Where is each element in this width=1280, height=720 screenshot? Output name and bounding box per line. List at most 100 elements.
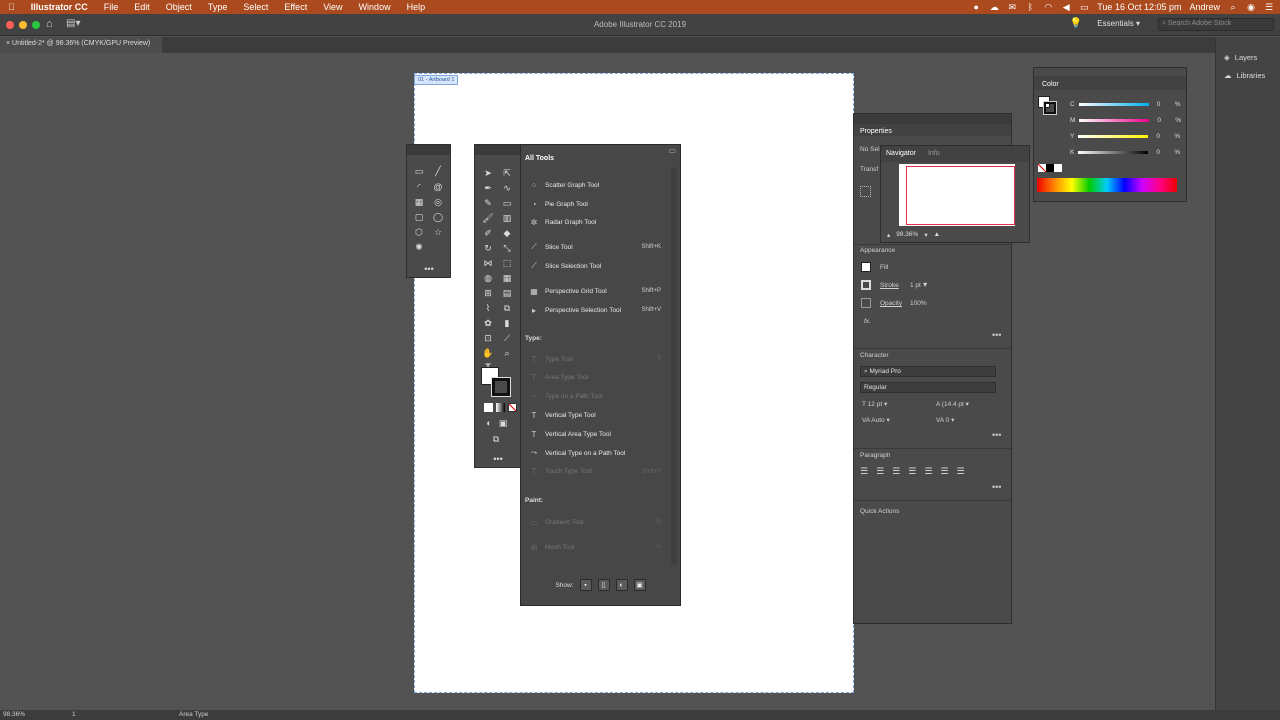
align-right-icon[interactable]: ☰ [892, 466, 900, 477]
width-tool-icon[interactable]: ⋈ [482, 257, 494, 269]
paintbrush-tool-icon[interactable]: 🖌 [482, 212, 494, 224]
blend-tool-icon[interactable]: ⧉ [501, 302, 513, 314]
all-tools-row[interactable]: ▸ Perspective Selection Tool Shift+V [529, 302, 661, 318]
graph-tool-icon[interactable]: ▥ [501, 212, 513, 224]
current-tool-status[interactable]: Area Type [179, 711, 209, 718]
navigator-zoom-value[interactable]: 98.36% [896, 231, 918, 239]
all-tools-row[interactable]: ⟋ Slice Selection Tool [529, 258, 661, 274]
all-tools-row[interactable]: ▦ Perspective Grid Tool Shift+P [529, 283, 661, 299]
all-tools-row[interactable]: ▭ Gradient Tool G [529, 514, 661, 530]
tab-info[interactable]: Info [928, 150, 940, 158]
polar-grid-tool-icon[interactable]: ◎ [432, 196, 444, 208]
all-tools-row[interactable]: ✲ Radar Graph Tool [529, 214, 661, 230]
zoom-tool-icon[interactable]: ⌕ [501, 347, 513, 359]
leading-field[interactable]: A (14.4 pt ▾ [936, 400, 969, 408]
all-tools-row[interactable]: T Type Tool T [529, 351, 661, 367]
polygon-tool-icon[interactable]: ⬡ [413, 226, 425, 238]
close-tab-icon[interactable]: × [6, 40, 10, 47]
channel-value[interactable]: 0 [1157, 117, 1175, 124]
navigator-view-box[interactable] [906, 166, 1015, 225]
battery-icon[interactable]: ▭ [1079, 2, 1089, 12]
channel-slider[interactable] [1078, 102, 1149, 106]
opacity-label[interactable]: Opacity [880, 300, 902, 307]
change-screen-mode-icon[interactable]: ⧉ [490, 433, 502, 445]
panel-header[interactable] [475, 145, 520, 155]
menu-view[interactable]: View [315, 2, 350, 12]
direct-selection-tool-icon[interactable]: ⇱ [501, 167, 513, 179]
siri-icon[interactable]: ◉ [1246, 2, 1256, 12]
channel-slider[interactable] [1079, 118, 1150, 122]
perspective-grid-tool-icon[interactable]: ▦ [501, 272, 513, 284]
all-tools-row[interactable]: ⟋ Slice Tool Shift+K [529, 239, 661, 255]
channel-value[interactable]: 0 [1156, 149, 1174, 156]
channel-slider[interactable] [1078, 134, 1149, 138]
gradient-mode-button[interactable] [496, 403, 505, 412]
free-transform-tool-icon[interactable]: ⬚ [501, 257, 513, 269]
font-family-dropdown[interactable]: ⌕ Myriad Pro [860, 366, 996, 377]
all-tools-row[interactable]: T Vertical Type Tool [529, 407, 661, 423]
shape-builder-tool-icon[interactable]: ◍ [482, 272, 494, 284]
menu-app-name[interactable]: Illustrator CC [23, 2, 96, 12]
column-graph-tool-icon[interactable]: ▮ [501, 317, 513, 329]
eyedropper-tool-icon[interactable]: ⌇ [482, 302, 494, 314]
bluetooth-icon[interactable]: ᛒ [1025, 2, 1035, 12]
reference-point-icon[interactable] [860, 186, 871, 197]
menu-window[interactable]: Window [351, 2, 399, 12]
volume-icon[interactable]: ◀ [1061, 2, 1071, 12]
line-tool-icon[interactable]: ╱ [432, 165, 444, 177]
mail-icon[interactable]: ✉ [1007, 2, 1017, 12]
hand-tool-icon[interactable]: ✋ [482, 347, 494, 359]
justify-center-icon[interactable]: ☰ [924, 466, 932, 477]
stroke-label[interactable]: Stroke [880, 282, 899, 289]
eraser-tool-icon[interactable]: ◆ [501, 227, 513, 239]
fill-swatch[interactable] [861, 262, 871, 272]
show-panels-icon[interactable]: ▯ [597, 579, 610, 591]
align-left-icon[interactable]: ☰ [860, 466, 868, 477]
black-swatch[interactable] [1046, 164, 1054, 172]
notification-center-icon[interactable]: ☰ [1264, 2, 1274, 12]
all-tools-row[interactable]: T Area Type Tool [529, 370, 661, 386]
layers-panel-button[interactable]: ◈ Layers [1224, 53, 1257, 62]
rounded-rectangle-tool-icon[interactable]: ▢ [413, 211, 425, 223]
tab-color[interactable]: Color [1042, 81, 1059, 88]
workspace-switcher[interactable]: Essentials ▾ [1097, 19, 1140, 28]
scale-tool-icon[interactable]: ⤡ [501, 242, 513, 254]
none-swatch[interactable] [1038, 164, 1046, 172]
rectangle-tool-icon[interactable]: ▭ [501, 197, 513, 209]
rectangular-grid-tool-icon[interactable]: ▦ [413, 196, 425, 208]
stroke-swatch[interactable] [491, 377, 511, 397]
font-size-field[interactable]: T 12 pt ▾ [862, 400, 887, 408]
panel-header[interactable] [854, 114, 1011, 124]
stroke-weight-stepper[interactable]: 1 pt ▾ [910, 280, 927, 289]
channel-value[interactable]: 0 [1156, 133, 1174, 140]
menu-object[interactable]: Object [158, 2, 200, 12]
align-center-icon[interactable]: ☰ [876, 466, 884, 477]
channel-value[interactable]: 0 [1157, 101, 1175, 108]
color-spectrum[interactable] [1037, 178, 1177, 192]
all-tools-row[interactable]: ⤳ Vertical Type on a Path Tool [529, 445, 661, 461]
all-tools-row[interactable]: T Touch Type Tool Shift+T [529, 464, 661, 480]
artboard-label[interactable]: 01 - Artboard 1 [414, 75, 459, 85]
menu-edit[interactable]: Edit [126, 2, 158, 12]
all-tools-row[interactable]: ◔ Pie Graph Tool [529, 196, 661, 212]
stroke-swatch[interactable] [861, 280, 871, 290]
all-tools-row[interactable]: ⁘ Scatter Graph Tool [529, 177, 661, 193]
shaper-tool-icon[interactable]: ✐ [482, 227, 494, 239]
show-colors-icon[interactable]: ◐ [615, 579, 628, 591]
zoom-out-icon[interactable]: ▴ [887, 231, 890, 239]
artboard-number[interactable]: 1 [72, 711, 76, 718]
draw-mode-icon[interactable]: ◐ [483, 417, 495, 429]
menu-file[interactable]: File [96, 2, 127, 12]
drawer-collapse-icon[interactable]: ▭ [668, 146, 676, 155]
add-effect-icon[interactable]: fx. [864, 318, 871, 325]
rectangle-tool-icon[interactable]: ▭ [413, 165, 425, 177]
mesh-tool-icon[interactable]: ⊞ [482, 287, 494, 299]
user-name[interactable]: Andrew [1189, 2, 1220, 12]
more-options-icon[interactable]: ••• [992, 482, 1001, 492]
kerning-field[interactable]: VA Auto ▾ [862, 416, 890, 424]
opacity-value[interactable]: 100% [910, 300, 927, 307]
menu-effect[interactable]: Effect [276, 2, 315, 12]
none-mode-button[interactable] [508, 403, 517, 412]
selection-tool-icon[interactable]: ➤ [482, 167, 494, 179]
spotlight-search-icon[interactable]: ⌕ [1228, 2, 1238, 12]
